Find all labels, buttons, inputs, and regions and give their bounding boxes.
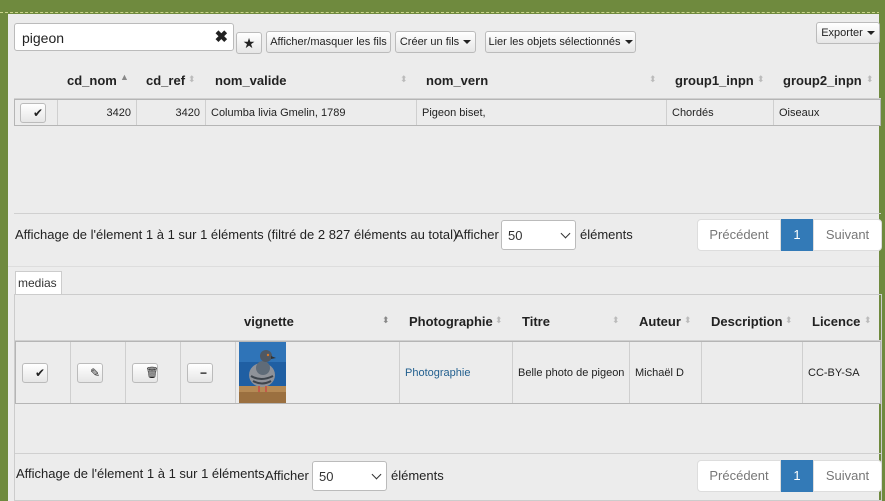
col-nom-vern[interactable]: nom_vern — [426, 73, 488, 88]
show-label: Afficher — [455, 227, 499, 242]
titre-value: Belle photo de pigeon — [518, 366, 625, 379]
table-bottom-divider — [14, 213, 881, 214]
sort-icon: ⬍ — [684, 315, 692, 325]
col-description[interactable]: Description — [711, 314, 783, 329]
pagination: Précédent 1 Suivant — [697, 219, 882, 251]
export-button[interactable]: Exporter — [816, 22, 880, 44]
col-cd-nom[interactable]: cd_nom — [67, 73, 117, 88]
table-row[interactable]: ✔ ✎ 🗑 − Photographie Belle photo de pige… — [15, 341, 881, 404]
tab-medias[interactable]: medias — [15, 271, 62, 295]
col-nom-valide[interactable]: nom_valide — [215, 73, 287, 88]
col-auteur[interactable]: Auteur — [639, 314, 681, 329]
next-button[interactable]: Suivant — [813, 460, 882, 492]
link-selected-label: Lier les objets sélectionnés — [488, 36, 621, 48]
page-size-value: 50 — [319, 469, 334, 484]
page-size-value: 50 — [508, 228, 523, 243]
prev-button[interactable]: Précédent — [697, 219, 781, 251]
chevron-down-icon — [560, 228, 571, 239]
sort-icon: ⬍ — [495, 315, 503, 325]
sort-asc-icon: ▲ — [120, 72, 129, 82]
star-icon: ★ — [242, 35, 256, 51]
table-row[interactable]: ✔ 3420 3420 Columba livia Gmelin, 1789 P… — [14, 99, 881, 126]
unlink-button[interactable]: − — [187, 363, 213, 383]
elements-label: éléments — [580, 227, 633, 242]
favorite-button[interactable]: ★ — [236, 32, 262, 54]
col-cd-ref[interactable]: cd_ref — [146, 73, 185, 88]
col-vignette[interactable]: vignette — [244, 314, 294, 329]
toggle-children-button[interactable]: Afficher/masquer les fils — [266, 31, 391, 53]
clear-search-icon[interactable]: ✖ — [215, 27, 228, 47]
pagination: Précédent 1 Suivant — [697, 460, 882, 492]
chevron-down-icon — [371, 469, 382, 480]
col-photographie[interactable]: Photographie — [409, 314, 493, 329]
licence-value: CC-BY-SA — [808, 366, 860, 379]
page-size-select[interactable]: 50 — [501, 220, 576, 250]
export-label: Exporter — [821, 27, 863, 39]
nom-valide-value: Columba livia Gmelin, 1789 — [211, 106, 346, 119]
select-row-button[interactable]: ✔ — [22, 363, 48, 383]
chevron-down-icon — [624, 40, 633, 45]
group2-inpn-value: Oiseaux — [779, 106, 820, 119]
auteur-value: Michaël D — [635, 366, 684, 379]
sort-icon: ⬍ — [649, 74, 657, 84]
cd-nom-value: 3420 — [106, 106, 131, 119]
sort-icon: ⬍ — [400, 74, 408, 84]
table-bottom-divider — [15, 453, 881, 454]
search-value: pigeon — [22, 30, 65, 46]
col-licence[interactable]: Licence — [812, 314, 860, 329]
pigeon-thumbnail[interactable] — [239, 342, 286, 403]
check-icon: ✔ — [35, 366, 46, 380]
pencil-icon: ✎ — [90, 366, 101, 380]
col-group2-inpn[interactable]: group2_inpn — [783, 73, 862, 88]
create-child-label: Créer un fils — [399, 36, 460, 48]
elements-label: éléments — [391, 468, 444, 483]
chevron-down-icon — [463, 40, 472, 45]
create-child-button[interactable]: Créer un fils — [395, 31, 476, 53]
page-top-bar — [0, 0, 885, 13]
sort-icon: ⬍ — [785, 315, 793, 325]
page-1-button[interactable]: 1 — [781, 219, 813, 251]
show-label: Afficher — [265, 468, 309, 483]
nom-vern-value: Pigeon biset, — [422, 106, 486, 119]
next-button[interactable]: Suivant — [813, 219, 882, 251]
photographie-link[interactable]: Photographie — [405, 367, 470, 379]
col-titre[interactable]: Titre — [522, 314, 550, 329]
page-1-button[interactable]: 1 — [781, 460, 813, 492]
sort-icon: ⬍ — [188, 74, 196, 84]
sort-icon: ⬍ — [757, 74, 765, 84]
prev-button[interactable]: Précédent — [697, 460, 781, 492]
page-size-select[interactable]: 50 — [312, 461, 387, 491]
edit-button[interactable]: ✎ — [77, 363, 103, 383]
col-group1-inpn[interactable]: group1_inpn — [675, 73, 754, 88]
chevron-down-icon — [866, 31, 875, 36]
section-divider — [8, 266, 879, 267]
check-icon: ✔ — [33, 106, 44, 120]
sort-icon: ⬍ — [612, 315, 620, 325]
sort-icon: ⬍ — [866, 74, 874, 84]
trash-icon: 🗑 — [145, 367, 159, 379]
sort-icon: ⬍ — [382, 315, 390, 325]
medias-info: Affichage de l'élement 1 à 1 sur 1 éléme… — [16, 466, 265, 481]
cd-ref-value: 3420 — [175, 106, 200, 119]
table-info: Affichage de l'élement 1 à 1 sur 1 éléme… — [15, 227, 458, 242]
sort-icon: ⬍ — [864, 315, 872, 325]
link-selected-button[interactable]: Lier les objets sélectionnés — [485, 31, 636, 53]
delete-button[interactable]: 🗑 — [132, 363, 159, 383]
search-input[interactable]: pigeon ✖ — [14, 23, 234, 51]
group1-inpn-value: Chordés — [672, 106, 714, 119]
minus-icon: − — [200, 366, 208, 380]
select-row-button[interactable]: ✔ — [20, 103, 46, 123]
